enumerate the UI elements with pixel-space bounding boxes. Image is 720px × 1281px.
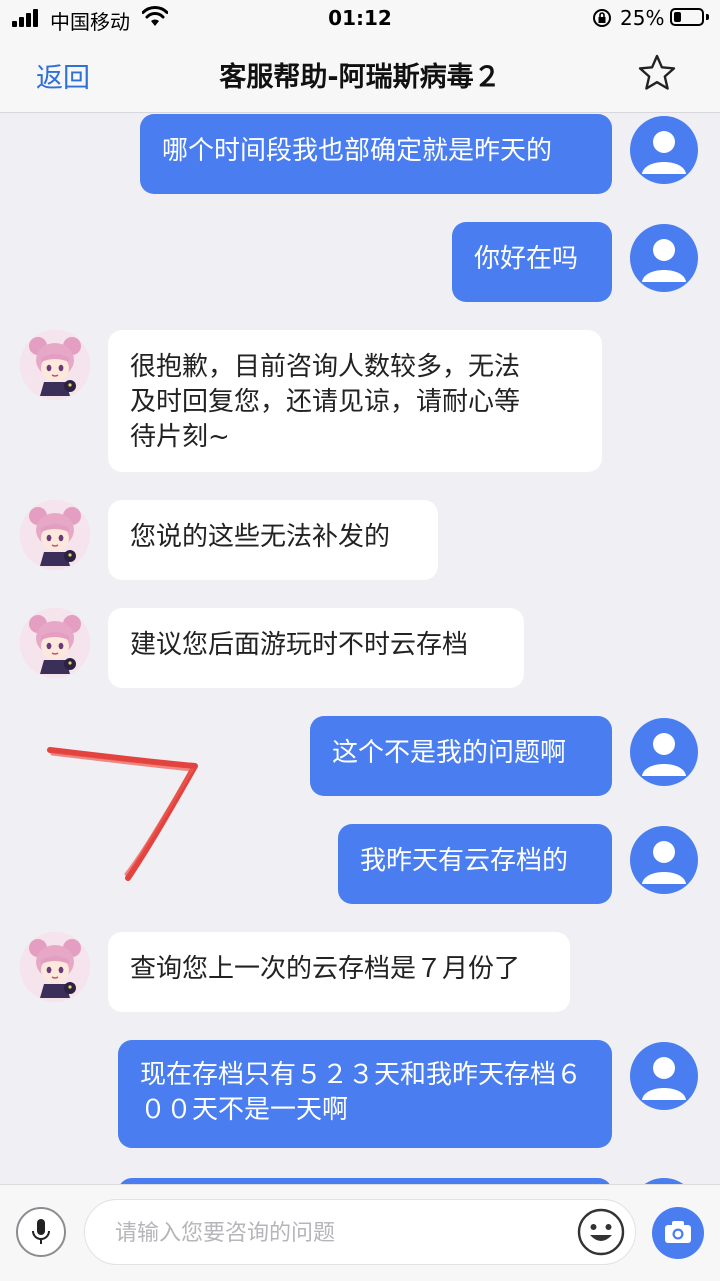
chat-area[interactable]: 哪个时间段我也部确定就是昨天的 你好在吗 很抱歉，目前咨询人数较多，无法 及时回… <box>0 112 720 1184</box>
agent-message-bubble[interactable]: 很抱歉，目前咨询人数较多，无法 及时回复您，还请见谅，请耐心等 待片刻~ <box>108 330 602 472</box>
user-message-bubble[interactable]: 现在存档只有５２３天和我昨天存档６ ００天不是一天啊 <box>118 1040 612 1148</box>
user-message-bubble[interactable]: 哪个时间段我也部确定就是昨天的 <box>140 114 612 194</box>
battery-level-fill <box>674 12 681 22</box>
agent-avatar-icon[interactable] <box>20 932 90 1002</box>
nav-bar: 返回 客服帮助-阿瑞斯病毒２ <box>0 36 720 113</box>
user-message-bubble[interactable]: 这个不是我的问题啊 <box>310 716 612 796</box>
microphone-icon <box>32 1219 50 1244</box>
user-avatar-icon[interactable] <box>630 224 698 292</box>
red-annotation-mark <box>47 747 198 881</box>
agent-avatar-icon[interactable] <box>20 608 90 678</box>
camera-button[interactable] <box>652 1207 704 1259</box>
back-button[interactable]: 返回 <box>36 56 90 95</box>
camera-icon <box>665 1221 691 1243</box>
input-bar <box>0 1184 720 1281</box>
user-avatar-icon[interactable] <box>630 1042 698 1110</box>
microphone-button[interactable] <box>16 1207 66 1257</box>
star-icon[interactable] <box>637 53 677 93</box>
battery-tip <box>706 14 709 20</box>
user-avatar-icon[interactable] <box>630 718 698 786</box>
battery-percent: 25% <box>620 6 665 30</box>
orientation-lock-icon <box>593 9 611 27</box>
page-title: 客服帮助-阿瑞斯病毒２ <box>219 62 501 93</box>
user-message-bubble[interactable]: 我昨天有云存档的 <box>338 824 612 904</box>
clock: 01:12 <box>328 6 392 30</box>
battery-icon <box>670 8 704 26</box>
message-input-wrapper <box>84 1199 636 1265</box>
user-avatar-icon[interactable] <box>630 826 698 894</box>
user-message-bubble[interactable]: 你好在吗 <box>452 222 612 302</box>
user-avatar-icon[interactable] <box>630 116 698 184</box>
agent-message-bubble[interactable]: 查询您上一次的云存档是７月份了 <box>108 932 570 1012</box>
agent-message-bubble[interactable]: 您说的这些无法补发的 <box>108 500 438 580</box>
emoji-icon[interactable] <box>576 1207 626 1257</box>
agent-avatar-icon[interactable] <box>20 500 90 570</box>
message-input[interactable] <box>113 1214 557 1252</box>
status-bar: 中国移动 01:12 25% <box>0 0 720 36</box>
agent-avatar-icon[interactable] <box>20 330 90 400</box>
agent-message-bubble[interactable]: 建议您后面游玩时不时云存档 <box>108 608 524 688</box>
